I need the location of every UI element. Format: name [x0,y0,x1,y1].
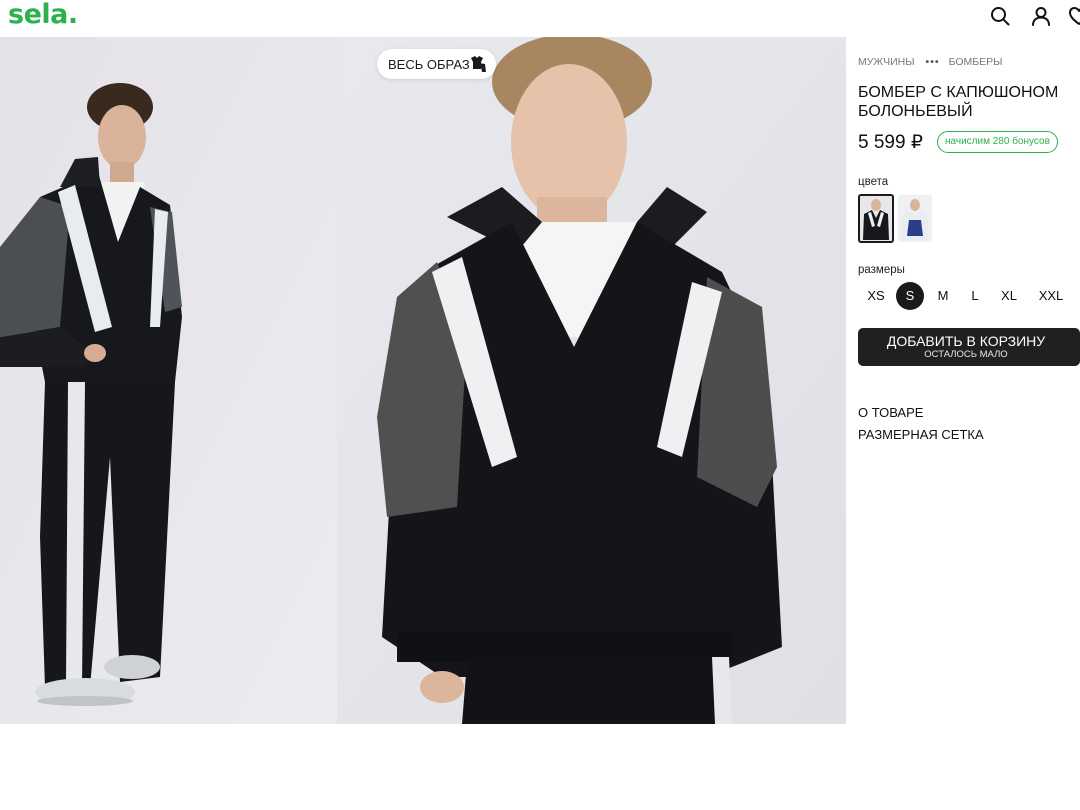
breadcrumb: МУЖЧИНЫ ••• БОМБЕРЫ [858,56,1002,68]
heart-icon[interactable] [1068,5,1080,27]
color-swatch-black[interactable] [858,194,894,243]
product-info-panel: МУЖЧИНЫ ••• БОМБЕРЫ БОМБЕР С КАПЮШОНОМ Б… [858,37,1080,724]
size-option-m[interactable]: M [934,282,952,310]
size-option-xxl[interactable]: XXL [1037,282,1065,310]
profile-icon[interactable] [1030,5,1052,27]
stock-note: ОСТАЛОСЬ МАЛО [924,349,1008,360]
bonus-badge: начислим 280 бонусов [937,131,1058,153]
outfit-icon [471,56,486,72]
add-to-cart-label: ДОБАВИТЬ В КОРЗИНУ [886,333,1046,349]
site-header: sela. [0,0,1080,37]
model-full-body-photo[interactable] [0,37,337,724]
full-look-label: ВЕСЬ ОБРАЗ [388,56,470,72]
size-option-xs[interactable]: XS [864,282,888,310]
product-title: БОМБЕР С КАПЮШОНОМ БОЛОНЬЕВЫЙ [858,84,1059,120]
size-option-xl[interactable]: XL [999,282,1019,310]
breadcrumb-item-men[interactable]: МУЖЧИНЫ [858,56,915,68]
product-price: 5 599 ₽ [858,132,923,153]
search-icon[interactable] [989,5,1011,27]
model-closeup-photo[interactable] [337,37,846,724]
site-logo[interactable]: sela. [8,0,78,30]
size-selector: XS S M L XL XXL [858,282,1080,310]
product-gallery: ВЕСЬ ОБРАЗ [0,37,846,724]
breadcrumb-item-bombers[interactable]: БОМБЕРЫ [949,56,1003,68]
color-swatch-navy[interactable] [898,195,932,242]
about-product-link[interactable]: О ТОВАРЕ [858,405,923,420]
size-option-s[interactable]: S [896,282,924,310]
size-option-l[interactable]: L [968,282,982,310]
sizes-label: размеры [858,264,905,276]
colors-label: цвета [858,176,889,188]
full-look-button[interactable]: ВЕСЬ ОБРАЗ [377,49,496,79]
breadcrumb-more-icon[interactable]: ••• [926,56,940,68]
size-chart-link[interactable]: РАЗМЕРНАЯ СЕТКА [858,427,984,442]
add-to-cart-button[interactable]: ДОБАВИТЬ В КОРЗИНУ ОСТАЛОСЬ МАЛО [858,328,1080,366]
